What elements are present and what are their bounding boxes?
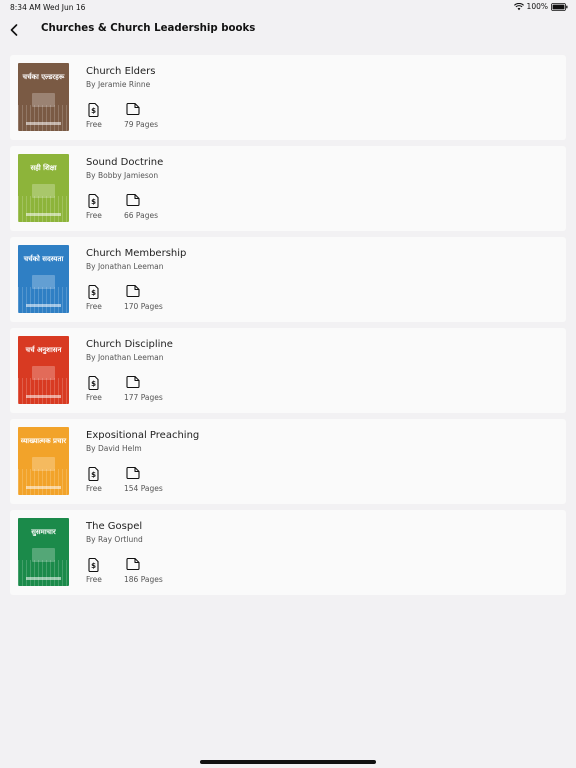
svg-text:$: $	[91, 107, 96, 115]
book-author: By David Helm	[86, 444, 142, 453]
cover-title: सही शिक्षा	[30, 164, 57, 172]
price-info: $ Free	[86, 103, 116, 131]
svg-text:$: $	[91, 198, 96, 206]
cover-title: चर्च अनुशासन	[25, 346, 62, 354]
cover-illustration	[18, 560, 69, 586]
cover-illustration	[18, 469, 69, 495]
book-title: Expositional Preaching	[86, 430, 200, 441]
book-list: चर्चका एल्डरहरू Church Elders By Jeramie…	[10, 55, 566, 601]
price-label: Free	[86, 211, 102, 220]
book-author: By Bobby Jamieson	[86, 171, 159, 180]
book-cover[interactable]: सुसमाचार	[18, 518, 69, 586]
book-cover[interactable]: चर्च अनुशासन	[18, 336, 69, 404]
home-indicator[interactable]	[200, 760, 376, 764]
book-title: The Gospel	[86, 521, 143, 532]
cover-title: चर्चका एल्डरहरू	[22, 73, 65, 81]
book-card-1[interactable]: चर्चका एल्डरहरू Church Elders By Jeramie…	[10, 55, 566, 140]
pages-info: 170 Pages	[124, 285, 174, 313]
book-author: By Jonathan Leeman	[86, 353, 164, 362]
page-icon	[126, 194, 140, 206]
cover-author-strip	[26, 122, 61, 125]
wifi-icon	[513, 2, 524, 11]
nav-bar: Churches & Church Leadership books	[0, 16, 576, 46]
status-bar: 8:34 AM Wed Jun 16 100%	[0, 0, 576, 16]
battery-icon	[551, 2, 568, 11]
back-button[interactable]	[6, 20, 22, 40]
cover-author-strip	[26, 213, 61, 216]
pages-info: 79 Pages	[124, 103, 174, 131]
dollar-document-icon: $	[88, 194, 99, 208]
page-icon	[126, 103, 140, 115]
status-date: Wed Jun 16	[43, 3, 86, 12]
battery-percent: 100%	[526, 2, 548, 11]
page-icon	[126, 558, 140, 570]
book-title: Sound Doctrine	[86, 157, 164, 168]
page-icon	[126, 376, 140, 388]
book-card-4[interactable]: चर्च अनुशासन Church Discipline By Jonath…	[10, 328, 566, 413]
page-icon	[126, 285, 140, 297]
pages-info: 154 Pages	[124, 467, 174, 495]
book-card-2[interactable]: सही शिक्षा Sound Doctrine By Bobby Jamie…	[10, 146, 566, 231]
chevron-left-icon	[10, 21, 18, 40]
cover-illustration	[18, 105, 69, 131]
book-author: By Jonathan Leeman	[86, 262, 164, 271]
svg-text:$: $	[91, 289, 96, 297]
page-icon	[126, 467, 140, 479]
pages-info: 177 Pages	[124, 376, 174, 404]
dollar-document-icon: $	[88, 558, 99, 572]
book-card-3[interactable]: चर्चको सदस्यता Church Membership By Jona…	[10, 237, 566, 322]
pages-info: 186 Pages	[124, 558, 174, 586]
price-label: Free	[86, 302, 102, 311]
book-title: Church Membership	[86, 248, 187, 259]
book-cover[interactable]: चर्चका एल्डरहरू	[18, 63, 69, 131]
price-info: $ Free	[86, 376, 116, 404]
cover-illustration	[18, 196, 69, 222]
cover-illustration	[18, 287, 69, 313]
price-label: Free	[86, 575, 102, 584]
dollar-document-icon: $	[88, 376, 99, 390]
price-info: $ Free	[86, 558, 116, 586]
cover-author-strip	[26, 304, 61, 307]
dollar-document-icon: $	[88, 285, 99, 299]
cover-author-strip	[26, 486, 61, 489]
cover-illustration	[18, 378, 69, 404]
svg-text:$: $	[91, 471, 96, 479]
book-card-5[interactable]: व्याख्यात्मक प्रचार Expositional Preachi…	[10, 419, 566, 504]
status-indicators: 100%	[513, 2, 568, 11]
cover-author-strip	[26, 395, 61, 398]
price-info: $ Free	[86, 194, 116, 222]
price-label: Free	[86, 120, 102, 129]
pages-label: 79 Pages	[124, 120, 158, 129]
dollar-document-icon: $	[88, 467, 99, 481]
pages-label: 66 Pages	[124, 211, 158, 220]
status-time: 8:34 AM	[10, 3, 41, 12]
dollar-document-icon: $	[88, 103, 99, 117]
price-label: Free	[86, 393, 102, 402]
price-label: Free	[86, 484, 102, 493]
pages-label: 154 Pages	[124, 484, 163, 493]
svg-text:$: $	[91, 562, 96, 570]
pages-info: 66 Pages	[124, 194, 174, 222]
book-title: Church Elders	[86, 66, 156, 77]
cover-title: चर्चको सदस्यता	[23, 255, 64, 263]
price-info: $ Free	[86, 467, 116, 495]
pages-label: 177 Pages	[124, 393, 163, 402]
cover-title: व्याख्यात्मक प्रचार	[20, 437, 67, 445]
book-author: By Jeramie Rinne	[86, 80, 151, 89]
pages-label: 186 Pages	[124, 575, 163, 584]
page-title: Churches & Church Leadership books	[41, 23, 256, 34]
book-author: By Ray Ortlund	[86, 535, 143, 544]
cover-title: सुसमाचार	[31, 528, 56, 536]
book-cover[interactable]: सही शिक्षा	[18, 154, 69, 222]
book-cover[interactable]: चर्चको सदस्यता	[18, 245, 69, 313]
book-title: Church Discipline	[86, 339, 173, 350]
svg-text:$: $	[91, 380, 96, 388]
pages-label: 170 Pages	[124, 302, 163, 311]
price-info: $ Free	[86, 285, 116, 313]
cover-author-strip	[26, 577, 61, 580]
book-cover[interactable]: व्याख्यात्मक प्रचार	[18, 427, 69, 495]
book-card-6[interactable]: सुसमाचार The Gospel By Ray Ortlund $ Fre…	[10, 510, 566, 595]
